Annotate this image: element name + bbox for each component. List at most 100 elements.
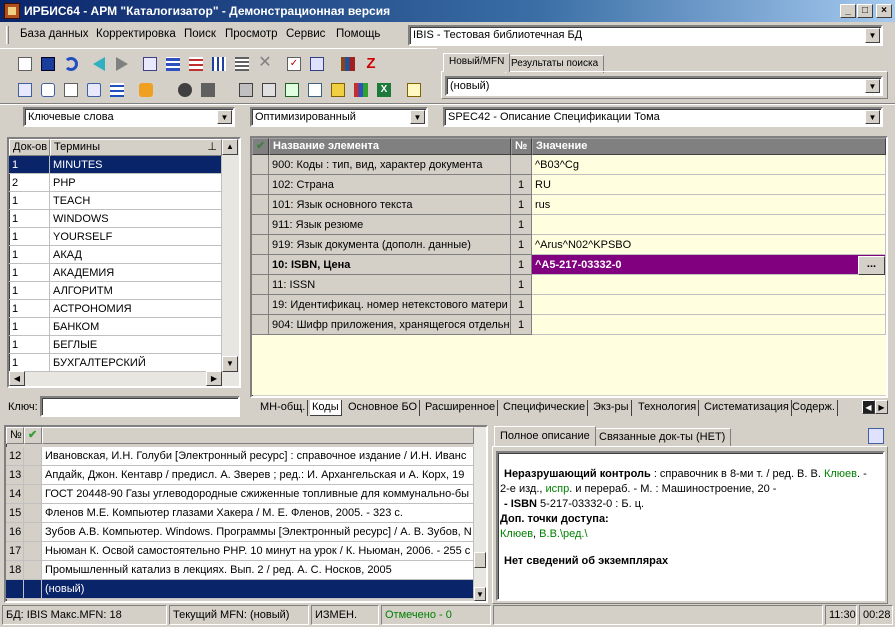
record-row[interactable]: 16 Зубов А.В. Компьютер. Windows. Програм… <box>6 523 474 542</box>
print-list-icon[interactable] <box>282 80 302 100</box>
field-value[interactable]: rus <box>532 195 886 215</box>
print-preview-icon[interactable] <box>259 80 279 100</box>
terms-count-header[interactable]: Док-ов <box>9 139 50 156</box>
record-mark[interactable] <box>24 447 42 466</box>
record-row[interactable]: 15 Фленов М.Е. Компьютер глазами Хакера /… <box>6 504 474 523</box>
menu-edit[interactable]: Корректировка <box>96 28 176 40</box>
records-check-icon[interactable]: ✔ <box>24 427 42 444</box>
mail-icon[interactable] <box>61 80 81 100</box>
message-icon[interactable] <box>84 80 104 100</box>
record-mark[interactable] <box>24 542 42 561</box>
terms-row[interactable]: 1 АКАДЕМИЯ <box>9 264 222 282</box>
terms-term-header[interactable]: Термины ⊥ <box>50 139 222 156</box>
editor-name-header[interactable]: Название элемента <box>269 138 511 155</box>
menu-database[interactable]: База данных <box>20 28 89 40</box>
editor-row[interactable]: 911: Язык резюме 1 <box>252 215 886 235</box>
editor-row[interactable]: 102: Страна 1 RU <box>252 175 886 195</box>
record-row[interactable]: 17 Ньюман К. Освой самостоятельно PHP. 10… <box>6 542 474 561</box>
print-description-icon[interactable] <box>868 428 884 444</box>
record-mark[interactable] <box>24 466 42 485</box>
menu-service[interactable]: Сервис <box>286 28 325 40</box>
record-mark[interactable] <box>24 580 42 599</box>
pin-icon[interactable]: ⊥ <box>207 140 217 155</box>
editor-tab[interactable]: Основное БО <box>346 400 421 416</box>
field-value[interactable] <box>532 215 886 235</box>
editor-row[interactable]: 919: Язык документа (дополн. данные) 1 ^Ar… <box>252 235 886 255</box>
field-value[interactable] <box>532 275 886 295</box>
desc-author-link[interactable]: Клюев <box>824 468 857 480</box>
shelf-icon[interactable] <box>338 54 358 74</box>
save-icon[interactable] <box>38 54 58 74</box>
terms-hscrollbar[interactable]: ◀ ▶ <box>9 371 239 386</box>
terms-row[interactable]: 1 БУХГАЛТЕРСКИЙ <box>9 354 222 372</box>
record-row[interactable]: 12 Ивановская, И.Н. Голуби [Электронный р… <box>6 447 474 466</box>
tree-icon[interactable] <box>209 54 229 74</box>
record-mark[interactable] <box>24 485 42 504</box>
menu-help[interactable]: Помощь <box>336 28 380 40</box>
tab-full-description[interactable]: Полное описание <box>494 426 596 446</box>
editor-tab[interactable]: Специфические <box>501 400 589 416</box>
field-value[interactable] <box>532 295 886 315</box>
new-doc-icon[interactable] <box>15 54 35 74</box>
mode-select[interactable]: Оптимизированный ▼ <box>250 107 428 127</box>
editor-row[interactable]: 19: Идентификац. номер нетекстового мате… <box>252 295 886 315</box>
menu-search[interactable]: Поиск <box>184 28 216 40</box>
dictionary-select[interactable]: Ключевые слова ▼ <box>23 107 235 127</box>
record-select[interactable]: (новый) ▼ <box>445 76 883 96</box>
chevron-down-icon[interactable]: ▼ <box>865 110 880 124</box>
record-row[interactable]: 18 Промышленный катализ в лекциях. Вып. 2… <box>6 561 474 580</box>
records-num-header[interactable]: № <box>6 427 24 444</box>
tabs-scroll-right-icon[interactable]: ▶ <box>875 400 888 414</box>
scroll-down-icon[interactable]: ▼ <box>474 587 486 601</box>
edit-field-button[interactable]: ... <box>858 256 885 275</box>
record-row[interactable]: 14 ГОСТ 20448-90 Газы углеводородные сжиж… <box>6 485 474 504</box>
arrow-right-icon[interactable] <box>112 54 132 74</box>
maximize-button[interactable]: □ <box>857 4 873 18</box>
editor-num-header[interactable]: № <box>511 138 532 155</box>
pages-icon[interactable] <box>305 80 325 100</box>
print-icon[interactable] <box>236 80 256 100</box>
chevron-down-icon[interactable]: ▼ <box>410 110 425 124</box>
chart-icon[interactable] <box>351 80 371 100</box>
mark-icon[interactable]: ✓ <box>284 54 304 74</box>
field-value[interactable] <box>532 315 886 335</box>
chevron-down-icon[interactable]: ▼ <box>865 28 880 43</box>
tabs-scroll-left-icon[interactable]: ◀ <box>862 400 875 414</box>
check-all-icon[interactable]: ✔ <box>252 138 269 155</box>
field-value[interactable]: ^B03^Cg <box>532 155 886 175</box>
record-mark[interactable] <box>24 523 42 542</box>
terms-row[interactable]: 1 YOURSELF <box>9 228 222 246</box>
scroll-up-icon[interactable]: ▲ <box>222 139 238 155</box>
chat-icon[interactable] <box>38 80 58 100</box>
editor-tab[interactable]: Содерж. <box>790 400 838 416</box>
editor-tab[interactable]: Расширенное <box>423 400 499 416</box>
arrow-left-icon[interactable] <box>90 54 110 74</box>
terms-row[interactable]: 1 АСТРОНОМИЯ <box>9 300 222 318</box>
record-row[interactable]: 13 Апдайк, Джон. Кентавр / предисл. А. Зв… <box>6 466 474 485</box>
scroll-right-icon[interactable]: ▶ <box>206 371 222 386</box>
editor-tab[interactable]: МН-общ. <box>258 400 309 416</box>
desc-line2-link[interactable]: испр <box>546 483 570 495</box>
view-icon[interactable] <box>175 80 195 100</box>
record-row[interactable]: (новый) <box>6 580 474 599</box>
settings-list-icon[interactable] <box>232 54 252 74</box>
menu-view[interactable]: Просмотр <box>225 28 278 40</box>
export-icon[interactable] <box>107 80 127 100</box>
tab-linked-docs[interactable]: Связанные док-ты (НЕТ) <box>593 428 732 446</box>
editor-row[interactable]: 900: Коды : тип, вид, характер документа… <box>252 155 886 175</box>
print-record-icon[interactable] <box>307 54 327 74</box>
chevron-down-icon[interactable]: ▼ <box>217 110 232 124</box>
clear-icon[interactable] <box>136 80 156 100</box>
delete-icon[interactable]: ✕ <box>255 54 275 74</box>
scroll-left-icon[interactable]: ◀ <box>9 371 25 386</box>
records-vscrollbar[interactable]: ▼ <box>474 427 486 601</box>
grid-icon[interactable] <box>163 54 183 74</box>
terms-row[interactable]: 1 TEACH <box>9 192 222 210</box>
record-mark[interactable] <box>24 504 42 523</box>
editor-tab[interactable]: Экз-ры <box>591 400 632 416</box>
editor-value-header[interactable]: Значение <box>532 138 886 155</box>
desc-access-author[interactable]: Клюев <box>500 528 533 540</box>
terms-row[interactable]: 1 БЕГЛЫЕ <box>9 336 222 354</box>
scroll-down-icon[interactable]: ▼ <box>222 356 238 372</box>
editor-tab[interactable]: Систематизация <box>702 400 792 416</box>
